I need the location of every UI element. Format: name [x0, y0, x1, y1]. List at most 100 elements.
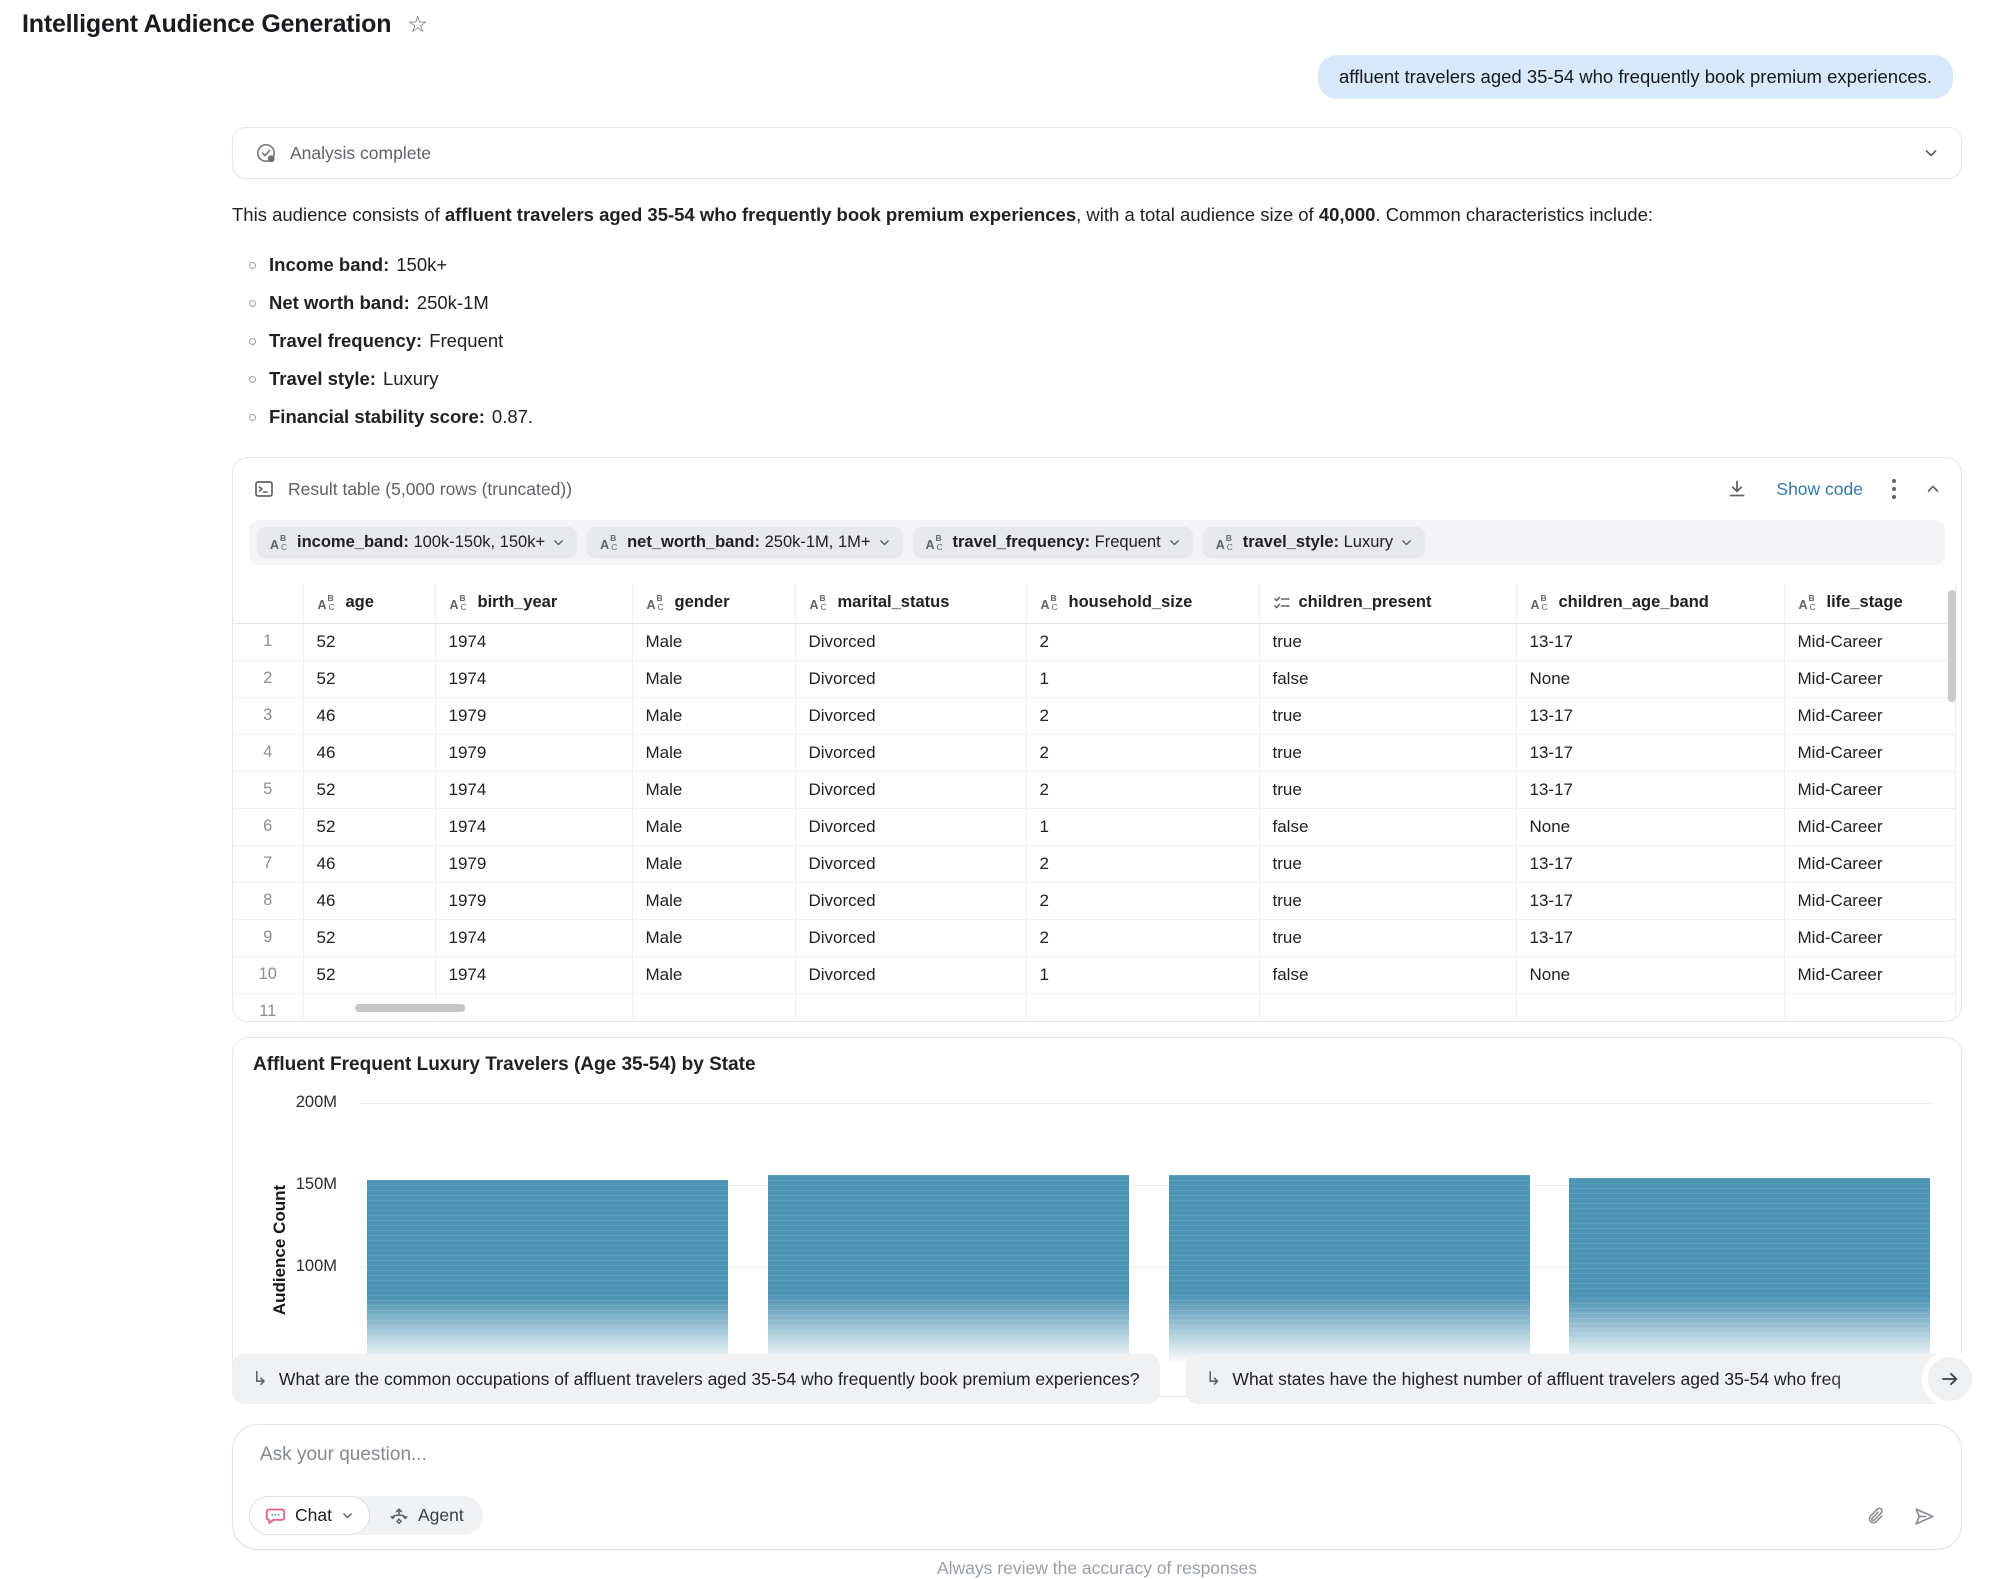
- column-header-birth_year[interactable]: ABCbirth_year: [435, 583, 632, 623]
- table-cell: None: [1516, 956, 1784, 993]
- table-cell: Mid-Career: [1784, 771, 1955, 808]
- text-type-icon: ABC: [1215, 534, 1236, 552]
- table-cell: false: [1259, 808, 1516, 845]
- agent-mode-button[interactable]: Agent: [370, 1505, 483, 1526]
- table-cell: Mid-Career: [1784, 956, 1955, 993]
- table-cell: Male: [632, 771, 795, 808]
- characteristic-item: Net worth band:250k-1M: [232, 284, 1962, 322]
- mode-chevron-down-icon: [341, 1509, 354, 1522]
- filter-chip-travel_frequency[interactable]: ABCtravel_frequency: Frequent: [913, 527, 1193, 558]
- send-icon[interactable]: [1912, 1504, 1937, 1529]
- vertical-scrollbar[interactable]: [1948, 590, 1956, 702]
- horizontal-scrollbar[interactable]: [355, 1004, 465, 1012]
- column-header-household_size[interactable]: ABChousehold_size: [1026, 583, 1259, 623]
- question-input[interactable]: [258, 1443, 1558, 1467]
- table-cell: 52: [303, 771, 435, 808]
- bullet-icon: [249, 338, 256, 345]
- column-header-marital_status[interactable]: ABCmarital_status: [795, 583, 1026, 623]
- table-cell: Male: [632, 623, 795, 660]
- column-header-children_present[interactable]: children_present: [1259, 583, 1516, 623]
- table-cell: 1974: [435, 808, 632, 845]
- state-bar[interactable]: [1169, 1175, 1530, 1370]
- agent-mode-label: Agent: [418, 1505, 464, 1526]
- row-number-cell: 3: [233, 697, 303, 734]
- table-cell: 13-17: [1516, 919, 1784, 956]
- table-cell: 46: [303, 882, 435, 919]
- table-row: 11: [233, 993, 1955, 1022]
- table-cell: 52: [303, 660, 435, 697]
- table-cell: 2: [1026, 919, 1259, 956]
- table-cell: 13-17: [1516, 697, 1784, 734]
- suggested-question-chip[interactable]: ↳What states have the highest number of …: [1186, 1354, 1963, 1404]
- chart-title: Affluent Frequent Luxury Travelers (Age …: [253, 1054, 756, 1076]
- analysis-status-text: Analysis complete: [290, 143, 431, 164]
- row-number-cell: 6: [233, 808, 303, 845]
- text-type-icon: ABC: [646, 594, 667, 612]
- text-type-icon: ABC: [269, 534, 290, 552]
- table-cell: [1259, 993, 1516, 1022]
- check-circle-icon: [255, 142, 277, 164]
- table-cell: 2: [1026, 697, 1259, 734]
- chevron-down-icon: [878, 536, 891, 549]
- table-cell: Divorced: [795, 882, 1026, 919]
- table-cell: true: [1259, 919, 1516, 956]
- table-cell: [1784, 993, 1955, 1022]
- table-cell: 13-17: [1516, 845, 1784, 882]
- download-icon[interactable]: [1726, 478, 1748, 500]
- column-header-gender[interactable]: ABCgender: [632, 583, 795, 623]
- state-bar[interactable]: [768, 1175, 1129, 1370]
- agent-icon: [389, 1506, 409, 1526]
- filter-chip-travel_style[interactable]: ABCtravel_style: Luxury: [1203, 527, 1425, 558]
- table-cell: true: [1259, 734, 1516, 771]
- table-cell: false: [1259, 956, 1516, 993]
- column-header-age[interactable]: ABCage: [303, 583, 435, 623]
- filter-chip-income_band[interactable]: ABCincome_band: 100k-150k, 150k+: [257, 527, 577, 558]
- chevron-down-icon: [1400, 536, 1413, 549]
- column-header-children_age_band[interactable]: ABCchildren_age_band: [1516, 583, 1784, 623]
- scroll-suggestions-right-button[interactable]: [1928, 1357, 1972, 1401]
- table-cell: 1: [1026, 956, 1259, 993]
- row-number-cell: 2: [233, 660, 303, 697]
- terminal-icon: [253, 478, 275, 500]
- table-cell: 52: [303, 808, 435, 845]
- table-cell: 2: [1026, 771, 1259, 808]
- state-bar[interactable]: [1569, 1178, 1930, 1370]
- table-cell: true: [1259, 697, 1516, 734]
- collapse-chevron-up-icon[interactable]: [1925, 481, 1941, 497]
- row-number-header: [233, 583, 303, 623]
- more-options-icon[interactable]: [1891, 477, 1897, 501]
- chat-mode-button[interactable]: Chat: [249, 1496, 370, 1535]
- show-code-button[interactable]: Show code: [1776, 479, 1863, 500]
- table-row: 6521974MaleDivorced1falseNoneMid-Career: [233, 808, 1955, 845]
- filter-chip-net_worth_band[interactable]: ABCnet_worth_band: 250k-1M, 1M+: [587, 527, 902, 558]
- analysis-status-bar[interactable]: Analysis complete: [232, 127, 1962, 179]
- accuracy-disclaimer: Always review the accuracy of responses: [232, 1558, 1962, 1579]
- text-type-icon: ABC: [1798, 594, 1819, 612]
- table-cell: 13-17: [1516, 734, 1784, 771]
- table-cell: true: [1259, 623, 1516, 660]
- result-table-header: Result table (5,000 rows (truncated)) Sh…: [233, 458, 1961, 520]
- state-bar[interactable]: [367, 1180, 728, 1370]
- table-cell: Divorced: [795, 771, 1026, 808]
- suggested-question-chip[interactable]: ↳What are the common occupations of affl…: [232, 1354, 1160, 1404]
- attachment-paperclip-icon[interactable]: [1865, 1505, 1888, 1528]
- result-table: ABCageABCbirth_yearABCgenderABCmarital_s…: [233, 583, 1956, 1022]
- bullet-icon: [249, 300, 256, 307]
- boolean-type-icon: [1273, 594, 1291, 612]
- row-number-cell: 10: [233, 956, 303, 993]
- column-header-life_stage[interactable]: ABClife_stage: [1784, 583, 1955, 623]
- text-type-icon: ABC: [1530, 594, 1551, 612]
- chevron-down-icon[interactable]: [1923, 145, 1939, 161]
- row-number-cell: 11: [233, 993, 303, 1022]
- table-cell: 52: [303, 623, 435, 660]
- subdirectory-arrow-icon: ↳: [252, 1370, 268, 1389]
- row-number-cell: 5: [233, 771, 303, 808]
- table-cell: true: [1259, 771, 1516, 808]
- table-cell: None: [1516, 808, 1784, 845]
- table-cell: 1979: [435, 734, 632, 771]
- y-axis-tick: 200M: [265, 1093, 337, 1112]
- mode-selector: Chat Agent: [249, 1496, 483, 1535]
- table-cell: 2: [1026, 882, 1259, 919]
- table-cell: [632, 993, 795, 1022]
- chart-card: Affluent Frequent Luxury Travelers (Age …: [232, 1037, 1962, 1397]
